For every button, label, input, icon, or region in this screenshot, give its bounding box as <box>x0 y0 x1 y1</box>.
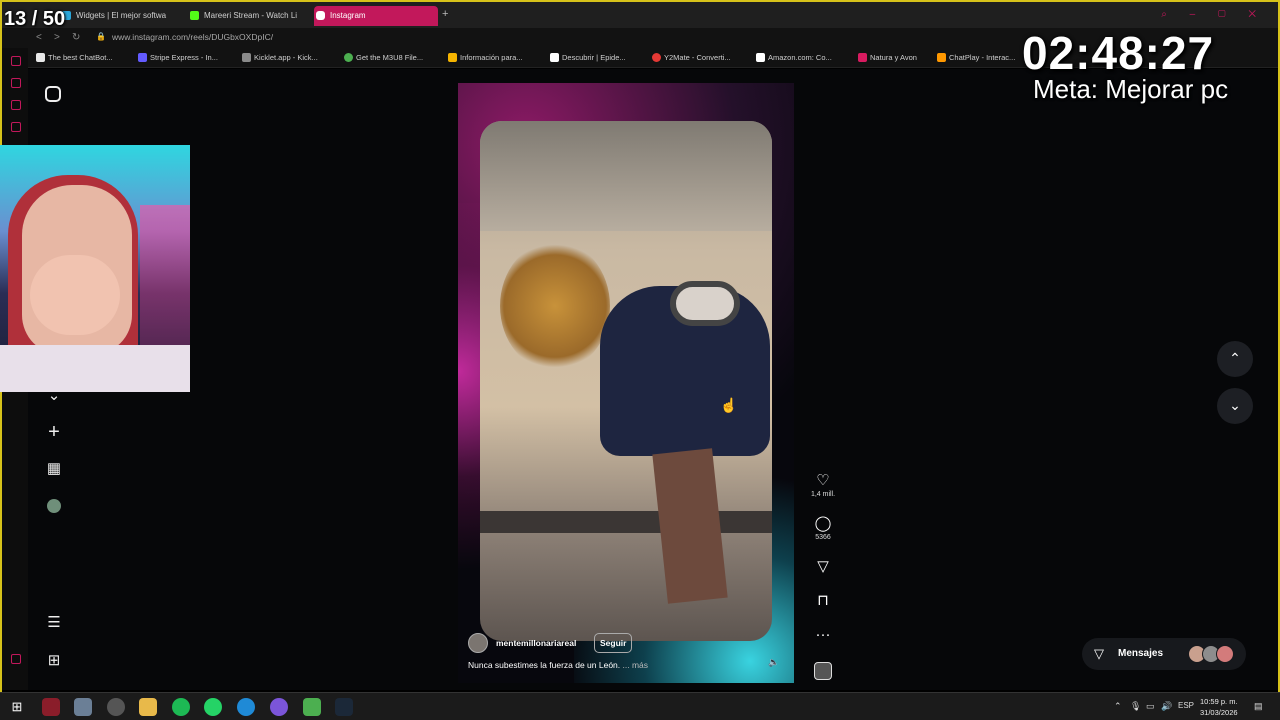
also-from-meta-icon[interactable]: ⊞ <box>45 652 63 670</box>
like-button[interactable]: ♡ 1,4 mill. <box>808 472 838 499</box>
author-username[interactable]: mentemillonariareal <box>496 638 576 648</box>
m3u8-icon <box>344 53 353 62</box>
stripe-icon <box>138 53 147 62</box>
spotify-icon[interactable] <box>172 698 190 716</box>
dashboard-icon[interactable]: ▦ <box>45 460 63 478</box>
tray-chevron-icon[interactable]: ⌃ <box>1114 701 1122 712</box>
avatar <box>1216 645 1234 663</box>
steam-icon[interactable] <box>335 698 353 716</box>
stream-goal-text: Meta: Mejorar pc <box>1033 74 1229 104</box>
task-view-icon[interactable] <box>74 698 92 716</box>
create-plus-icon[interactable]: + <box>45 422 63 442</box>
bookmark-natura[interactable]: Natura y Avon <box>858 53 917 62</box>
follow-button[interactable]: Seguir <box>594 633 633 653</box>
y2mate-icon <box>652 53 661 62</box>
natura-icon <box>858 53 867 62</box>
tab-instagram[interactable]: Instagram <box>314 6 438 26</box>
file-explorer-icon[interactable] <box>139 698 157 716</box>
messages-label: Mensajes <box>1118 648 1164 659</box>
sidebar-app-icon[interactable] <box>11 122 21 132</box>
sidebar-app-icon[interactable] <box>11 56 21 66</box>
save-button[interactable]: ⊓ <box>808 593 838 609</box>
caption-more-link[interactable]: ... más <box>623 660 649 670</box>
original-audio-thumbnail[interactable] <box>814 662 832 680</box>
hand-cursor-icon: ☝ <box>720 397 738 413</box>
instagram-tab-icon <box>316 11 325 20</box>
volume-icon[interactable]: 🔈 <box>768 657 780 669</box>
windows-taskbar: ⊞ ⌃ 🎙 ▭ 🔊 ESP 10:59 p. m. 31/03/2026 ▤ <box>0 692 1280 720</box>
heart-icon: ♡ <box>816 472 830 489</box>
minecraft-icon[interactable] <box>303 698 321 716</box>
bookmark-chatplay[interactable]: ChatPlay - Interac... <box>937 53 1015 62</box>
more-dots-icon: ··· <box>815 626 831 643</box>
next-reel-button[interactable]: ⌄ <box>1217 388 1253 424</box>
kicklet-icon <box>242 53 251 62</box>
lock-icon: 🔒 <box>96 32 106 41</box>
window-controls[interactable]: ⌕ – ▢ ✕ <box>1161 9 1266 20</box>
share-button[interactable]: ▽ <box>808 559 838 575</box>
tab-mareeri-stream[interactable]: Mareeri Stream - Watch Li <box>188 6 306 26</box>
instagram-logo-icon[interactable] <box>45 86 63 104</box>
stream-goal-counter: 13 / 50 <box>4 8 66 30</box>
more-options-button[interactable]: ··· <box>808 627 838 643</box>
messages-button[interactable]: ▽ Mensajes <box>1082 638 1246 670</box>
obs-icon[interactable] <box>107 698 125 716</box>
reel-caption: Nunca subestimes la fuerza de un León. .… <box>468 660 649 670</box>
chevron-up-icon: ⌃ <box>1229 350 1241 366</box>
bookmark-kicklet[interactable]: Kicklet.app - Kick... <box>242 53 318 62</box>
bookmark-y2mate[interactable]: Y2Mate - Converti... <box>652 53 731 62</box>
profile-avatar-icon[interactable] <box>45 497 63 515</box>
tab-widgets[interactable]: Widgets | El mejor softwa <box>60 6 180 26</box>
url-field[interactable]: www.instagram.com/reels/DUGbxOXDpIC/ <box>112 32 273 42</box>
opera-gx-icon[interactable] <box>270 698 288 716</box>
comment-icon: ◯ <box>814 515 832 532</box>
comment-button[interactable]: ◯ 5366 <box>808 515 838 542</box>
author-avatar[interactable] <box>468 633 488 653</box>
info-icon <box>448 53 457 62</box>
bookmark-descubrir[interactable]: Descubrir | Epide... <box>550 53 626 62</box>
bookmark-icon: ⊓ <box>817 592 829 609</box>
reload-icon[interactable]: ↻ <box>72 32 80 43</box>
language-indicator[interactable]: ESP <box>1178 701 1194 710</box>
new-tab-button[interactable]: + <box>442 8 448 20</box>
kick-tab-icon <box>190 11 199 20</box>
previous-reel-button[interactable]: ⌃ <box>1217 341 1253 377</box>
like-count: 1,4 mill. <box>810 491 836 498</box>
notifications-icon[interactable]: ▤ <box>1254 701 1263 712</box>
speaker-icon[interactable]: 🔊 <box>1161 701 1172 712</box>
edge-icon[interactable] <box>237 698 255 716</box>
google-icon <box>550 53 559 62</box>
whatsapp-icon[interactable] <box>204 698 222 716</box>
windows-start-icon[interactable]: ⊞ <box>8 698 26 716</box>
taskbar-clock[interactable]: 10:59 p. m. 31/03/2026 <box>1200 696 1238 718</box>
bookmark-m3u8[interactable]: Get the M3U8 File... <box>344 53 423 62</box>
bookmark-chatbot[interactable]: The best ChatBot... <box>36 53 113 62</box>
bookmark-info[interactable]: Información para... <box>448 53 523 62</box>
bookmark-amazon[interactable]: Amazon.com: Co... <box>756 53 832 62</box>
sidebar-app-icon[interactable] <box>11 78 21 88</box>
chevron-down-icon: ⌄ <box>1229 397 1241 413</box>
sidebar-app-icon[interactable] <box>11 654 21 664</box>
forward-icon[interactable]: > <box>54 32 60 43</box>
back-icon[interactable]: < <box>36 32 42 43</box>
menu-icon[interactable]: ☰ <box>45 614 63 632</box>
amazon-icon <box>756 53 765 62</box>
send-icon: ▽ <box>817 558 829 575</box>
chatbot-icon <box>36 53 45 62</box>
lion-figure <box>500 241 610 371</box>
send-icon: ▽ <box>1094 646 1104 661</box>
chatplay-icon <box>937 53 946 62</box>
reel-container[interactable]: mentemillonariareal Seguir Nunca subesti… <box>458 83 794 683</box>
webcam-overlay <box>0 145 190 392</box>
network-icon[interactable]: ▭ <box>1146 701 1155 712</box>
stream-timer: 02:48:27 <box>1022 27 1215 79</box>
browser-tab-strip: Widgets | El mejor softwa Mareeri Stream… <box>2 2 1278 28</box>
sidebar-app-icon[interactable] <box>11 100 21 110</box>
bookmark-stripe[interactable]: Stripe Express - In... <box>138 53 218 62</box>
reel-video[interactable] <box>480 121 772 641</box>
taskbar-app-icon[interactable] <box>42 698 60 716</box>
microphone-icon[interactable]: 🎙 <box>1130 701 1141 712</box>
comment-count: 5366 <box>815 534 831 541</box>
